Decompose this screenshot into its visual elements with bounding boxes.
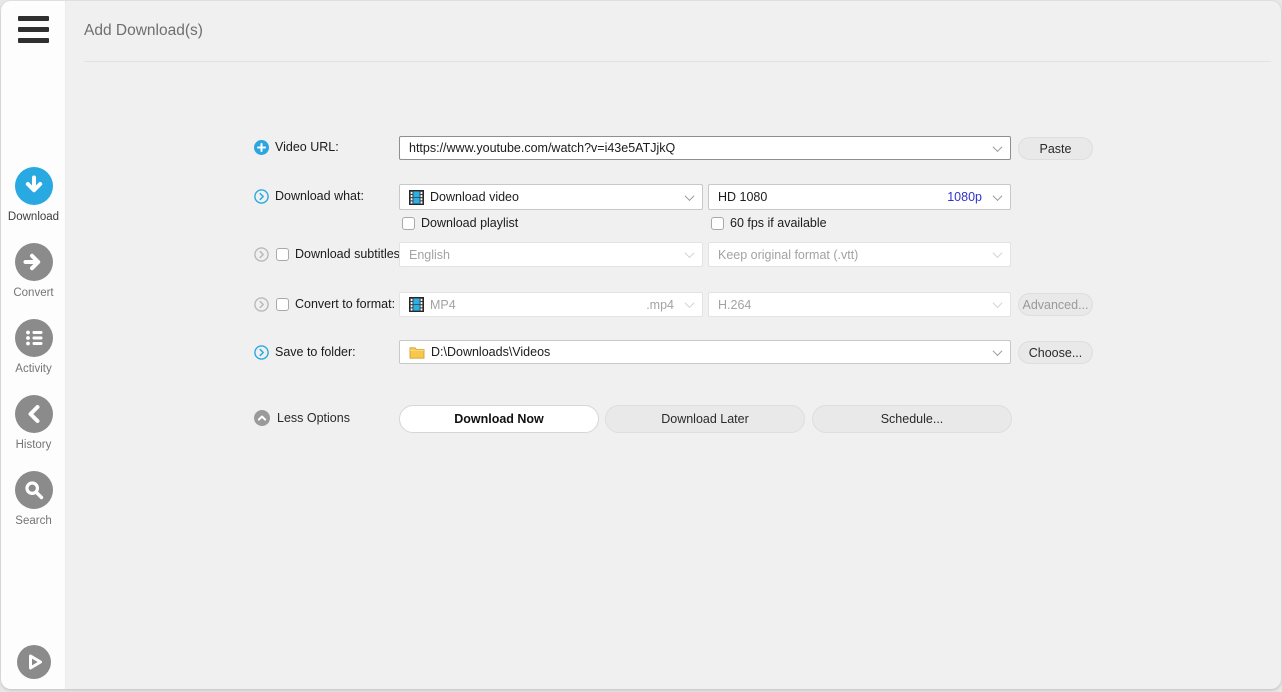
history-back-icon xyxy=(15,395,53,438)
chevron-right-circle-icon xyxy=(254,345,269,360)
sidebar-item-label: Convert xyxy=(1,287,66,299)
folder-icon xyxy=(409,346,425,359)
less-options-label: Less Options xyxy=(277,411,350,425)
chevron-down-icon xyxy=(993,346,1003,356)
video-url-text[interactable] xyxy=(409,141,988,155)
chevron-down-icon xyxy=(685,191,695,201)
fps-label: 60 fps if available xyxy=(730,216,827,230)
convert-to-format-checkbox[interactable]: Convert to format: xyxy=(276,297,395,311)
chevron-down-icon xyxy=(993,191,1003,201)
sidebar-item-search[interactable]: Search xyxy=(1,471,66,527)
save-to-folder-label: Save to folder: xyxy=(275,345,356,359)
chevron-down-icon xyxy=(685,298,695,308)
sidebar-item-label: Search xyxy=(1,515,66,527)
save-folder-input[interactable] xyxy=(399,340,1011,364)
add-url-plus-icon xyxy=(254,140,269,160)
subtitle-language-select[interactable]: English xyxy=(399,242,703,267)
sidebar-item-activity[interactable]: Activity xyxy=(1,319,66,375)
search-icon xyxy=(15,471,53,514)
subtitle-format-value: Keep original format (.vtt) xyxy=(718,248,858,262)
subtitle-language-value: English xyxy=(409,248,450,262)
collapse-up-icon xyxy=(254,410,270,426)
chevron-right-circle-icon xyxy=(254,297,269,312)
quality-select[interactable]: HD 1080 1080p xyxy=(708,184,1011,210)
convert-format-select[interactable]: MP4 .mp4 xyxy=(399,292,703,317)
codec-value: H.264 xyxy=(718,298,751,312)
page-title: Add Download(s) xyxy=(84,22,203,40)
sidebar-item-label: Activity xyxy=(1,363,66,375)
play-icon xyxy=(17,666,51,683)
codec-select[interactable]: H.264 xyxy=(708,292,1011,317)
subtitle-format-select[interactable]: Keep original format (.vtt) xyxy=(708,242,1011,267)
download-subtitles-checkbox[interactable]: Download subtitles: xyxy=(276,247,403,261)
checkbox-icon xyxy=(276,298,289,311)
sidebar-item-label: Download xyxy=(1,211,66,223)
download-what-select[interactable]: Download video xyxy=(399,184,703,210)
header-divider xyxy=(84,61,1271,62)
chevron-down-icon xyxy=(993,142,1003,152)
fps-checkbox[interactable]: 60 fps if available xyxy=(711,216,827,230)
convert-to-format-label: Convert to format: xyxy=(295,297,395,311)
quality-badge: 1080p xyxy=(947,190,982,204)
chevron-down-icon xyxy=(685,248,695,258)
checkbox-icon xyxy=(402,217,415,230)
less-options-toggle[interactable]: Less Options xyxy=(254,410,350,426)
filmstrip-icon xyxy=(409,297,424,312)
chevron-right-circle-icon xyxy=(254,247,269,262)
sidebar-item-convert[interactable]: Convert xyxy=(1,243,66,299)
save-folder-text[interactable] xyxy=(431,345,988,359)
sidebar-item-history[interactable]: History xyxy=(1,395,66,451)
quality-value: HD 1080 xyxy=(718,190,767,204)
paste-button[interactable]: Paste xyxy=(1018,137,1093,160)
advanced-button[interactable]: Advanced... xyxy=(1018,293,1093,316)
download-now-button[interactable]: Download Now xyxy=(399,405,599,433)
convert-arrow-icon xyxy=(15,243,53,286)
chevron-right-circle-icon xyxy=(254,189,269,204)
convert-extension: .mp4 xyxy=(646,298,674,312)
play-button[interactable] xyxy=(17,645,51,684)
download-playlist-checkbox[interactable]: Download playlist xyxy=(402,216,518,230)
hamburger-menu-icon[interactable] xyxy=(18,16,49,43)
download-what-value: Download video xyxy=(430,190,519,204)
sidebar: Download Convert Activity History xyxy=(1,1,66,689)
choose-folder-button[interactable]: Choose... xyxy=(1018,341,1093,364)
video-url-input[interactable] xyxy=(399,136,1011,160)
download-playlist-label: Download playlist xyxy=(421,216,518,230)
video-url-label: Video URL: xyxy=(275,140,339,154)
sidebar-item-label: History xyxy=(1,439,66,451)
filmstrip-icon xyxy=(409,190,424,205)
checkbox-icon xyxy=(276,248,289,261)
sidebar-item-download[interactable]: Download xyxy=(1,167,66,223)
download-icon xyxy=(15,167,53,210)
download-subtitles-label: Download subtitles: xyxy=(295,247,403,261)
schedule-button[interactable]: Schedule... xyxy=(812,405,1012,433)
chevron-down-icon xyxy=(993,298,1003,308)
download-later-button[interactable]: Download Later xyxy=(605,405,805,433)
download-what-label: Download what: xyxy=(275,189,364,203)
activity-list-icon xyxy=(15,319,53,362)
chevron-down-icon xyxy=(993,248,1003,258)
convert-format-value: MP4 xyxy=(430,298,456,312)
app-window: Download Convert Activity History xyxy=(1,1,1281,689)
checkbox-icon xyxy=(711,217,724,230)
main-panel: Add Download(s) Video URL: Paste Downloa… xyxy=(67,1,1281,689)
